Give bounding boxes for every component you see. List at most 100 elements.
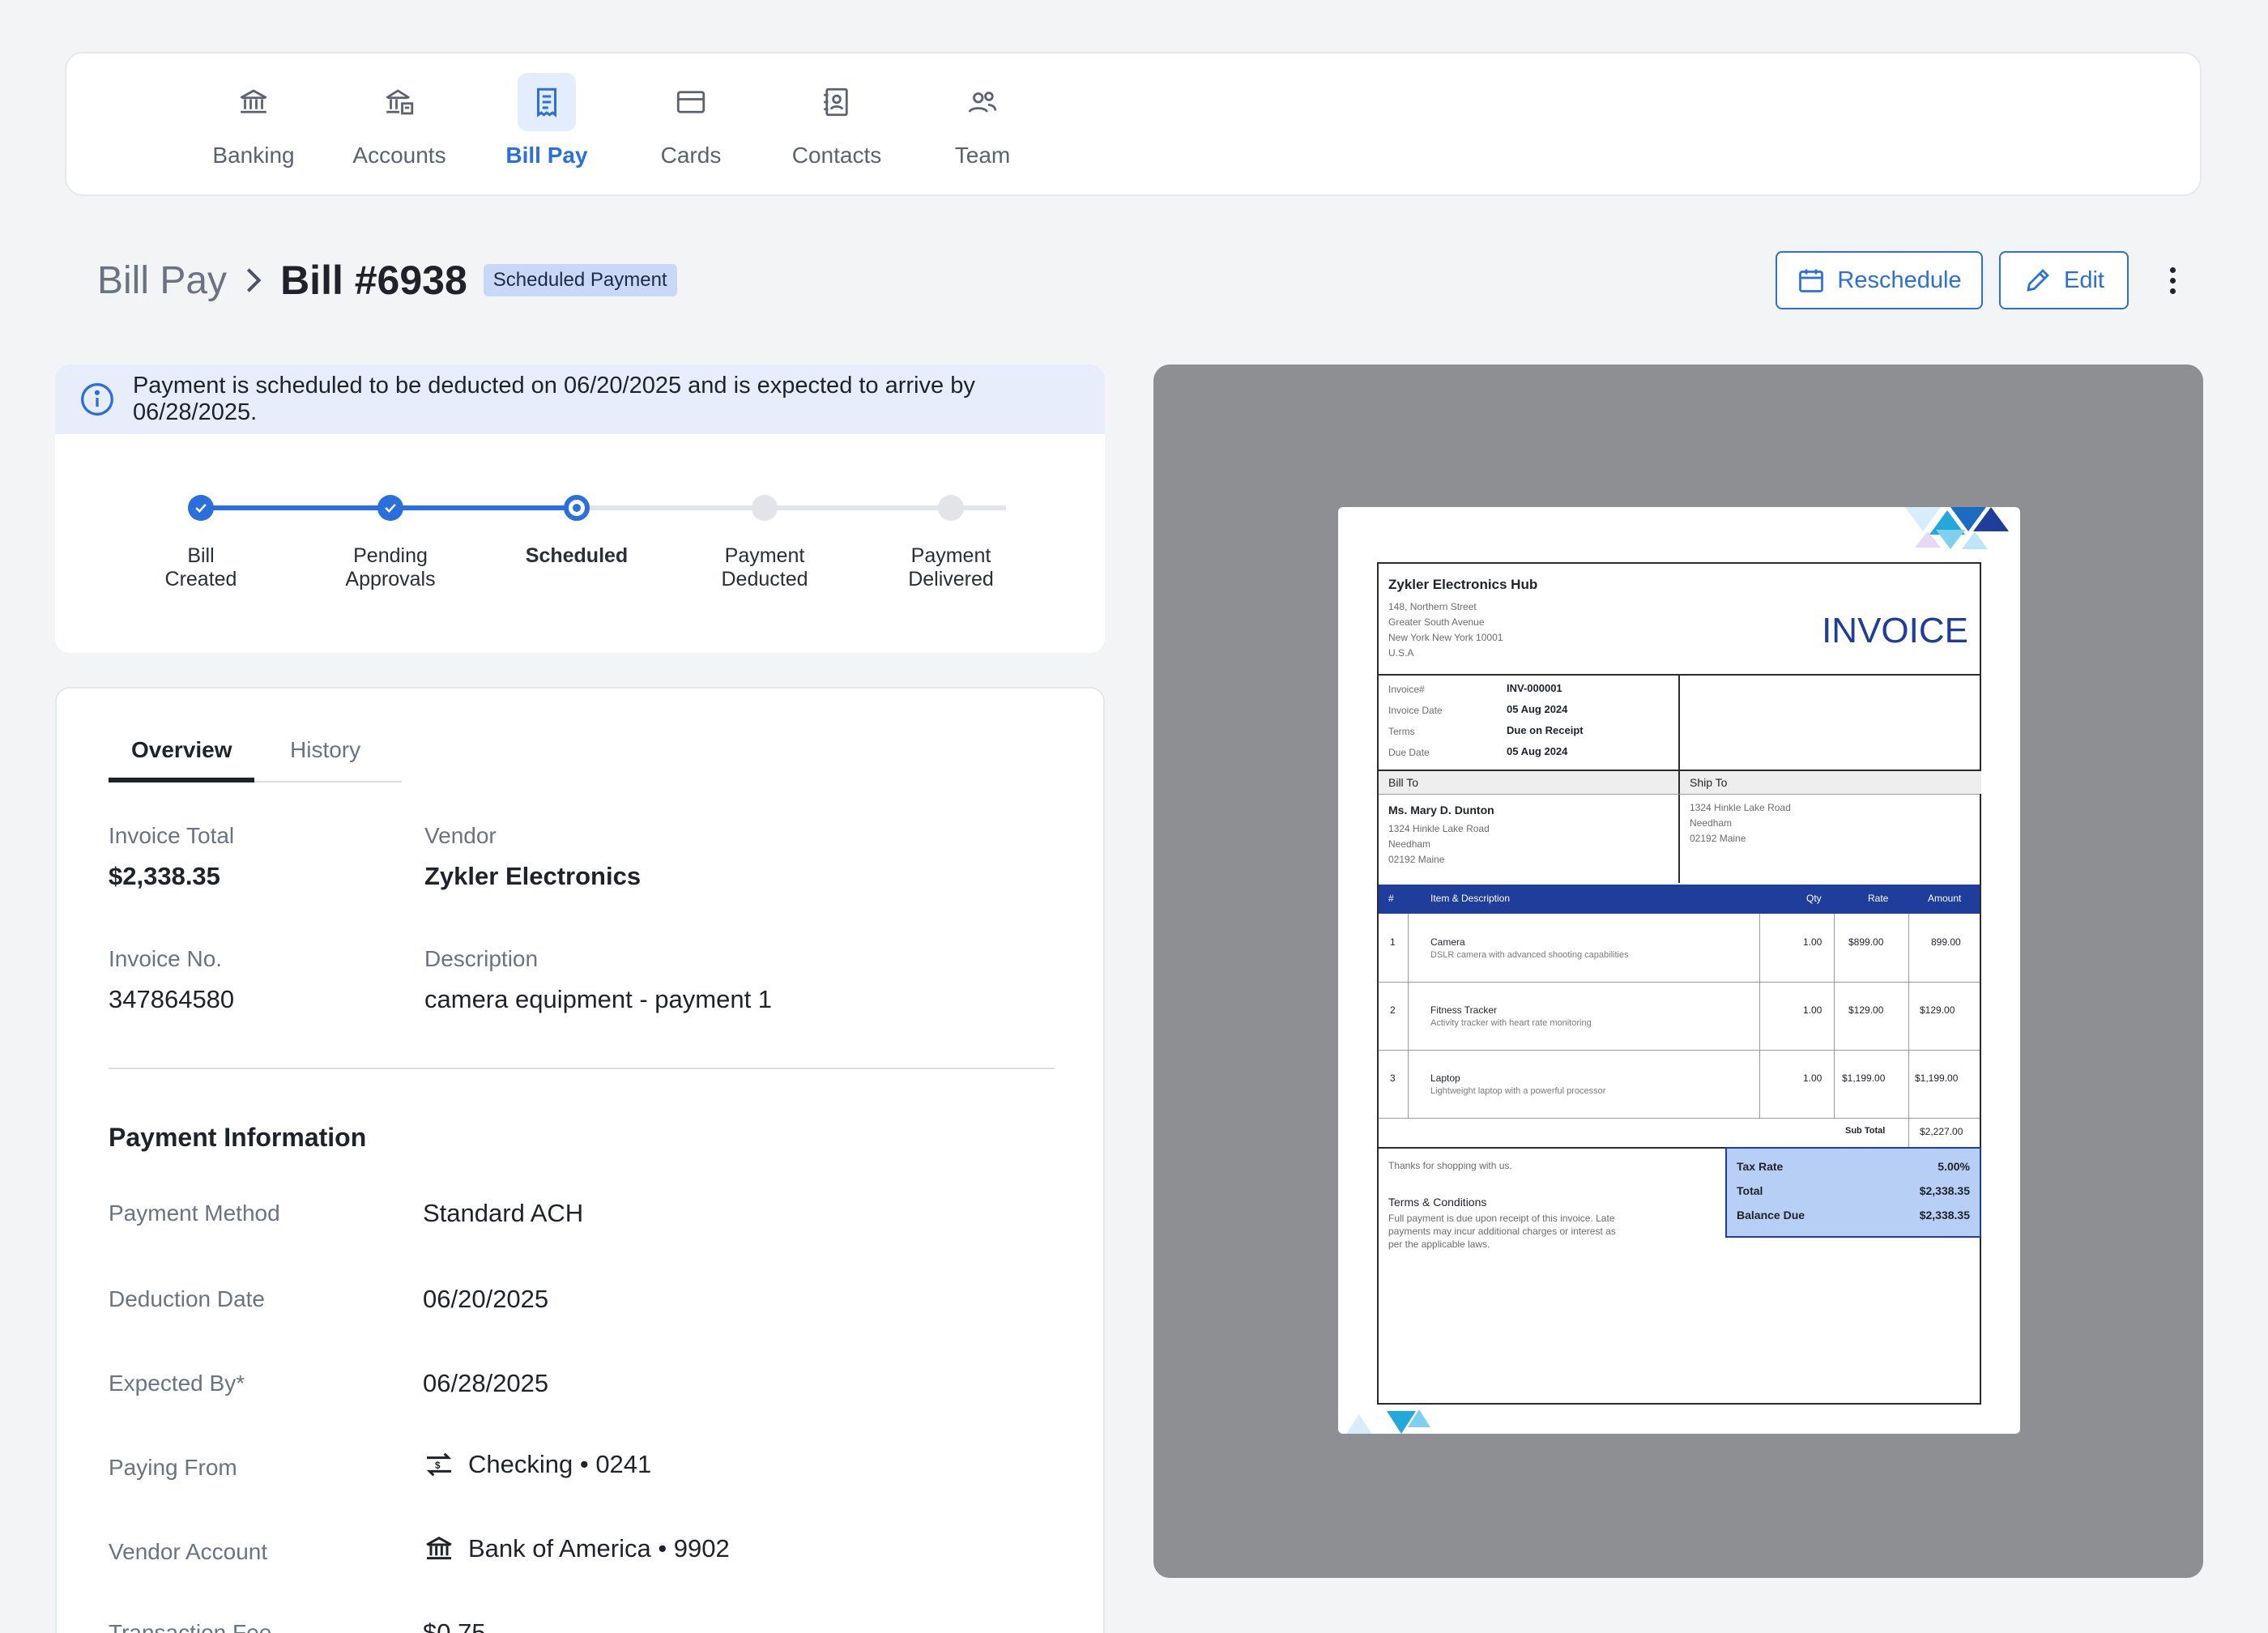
- step-payment-deducted-dot: [752, 495, 778, 521]
- accounts-icon: [370, 73, 428, 131]
- tab-overview[interactable]: Overview: [131, 737, 232, 763]
- nav-banking-label: Banking: [212, 143, 295, 168]
- payment-method-label: Payment Method: [109, 1200, 280, 1226]
- bill-to-header: Bill To: [1379, 771, 1678, 794]
- bill-to-name: Ms. Mary D. Dunton: [1388, 804, 1494, 816]
- total-value: $2,338.35: [1919, 1184, 1970, 1197]
- divider: [109, 1068, 1055, 1069]
- expected-by-value: 06/28/2025: [423, 1369, 549, 1397]
- check-icon: [195, 503, 207, 513]
- tax-rate-label: Tax Rate: [1737, 1160, 1784, 1173]
- divider: [1379, 1050, 1980, 1051]
- contacts-icon: [808, 73, 866, 131]
- nav-cards[interactable]: Cards: [622, 73, 760, 186]
- invoice-preview-panel: Zykler Electronics Hub 148, Northern Str…: [1153, 365, 2203, 1578]
- step-label: Payment Delivered: [908, 544, 994, 591]
- invoice-company: Zykler Electronics Hub: [1388, 577, 1538, 592]
- terms-title: Terms & Conditions: [1388, 1196, 1487, 1209]
- invoice-frame: Zykler Electronics Hub 148, Northern Str…: [1377, 562, 1981, 1405]
- total-label: Total: [1737, 1184, 1763, 1197]
- nav-team[interactable]: Team: [914, 73, 1051, 186]
- divider: [1834, 914, 1835, 1118]
- paying-from-label: Paying From: [109, 1455, 237, 1480]
- divider: [1379, 1118, 1980, 1119]
- step-bill-created-dot: [188, 495, 214, 521]
- active-tab-indicator: [109, 778, 254, 782]
- svg-text:$: $: [435, 1460, 441, 1471]
- step-pending-approvals-dot: [377, 495, 403, 521]
- payment-method-value: Standard ACH: [423, 1199, 584, 1227]
- bill-details-card: Overview History Invoice Total $2,338.35…: [55, 687, 1105, 1633]
- meta-value: Due on Receipt: [1507, 724, 1584, 736]
- meta-label: Terms: [1388, 726, 1415, 737]
- nav-accounts-label: Accounts: [352, 143, 446, 168]
- col-rate: Rate: [1868, 893, 1889, 904]
- bank-icon: [224, 73, 283, 131]
- step-label: Pending Approvals: [345, 544, 436, 591]
- ship-to-header: Ship To: [1680, 771, 1981, 794]
- meta-label: Invoice#: [1388, 684, 1425, 695]
- invoice-no-label: Invoice No.: [109, 946, 223, 971]
- step-payment-delivered-dot: [938, 495, 964, 521]
- nav-cards-label: Cards: [660, 143, 722, 168]
- divider: [1379, 982, 1980, 983]
- step-scheduled-dot: [564, 495, 590, 521]
- nav-bill-pay[interactable]: Bill Pay: [478, 73, 616, 186]
- invoice-total-label: Invoice Total: [109, 823, 235, 848]
- divider: [1759, 914, 1760, 1118]
- vendor-account-label: Vendor Account: [109, 1539, 268, 1564]
- vendor-label: Vendor: [424, 823, 497, 848]
- breadcrumb-root[interactable]: Bill Pay: [97, 258, 227, 303]
- receipt-icon: [518, 73, 576, 131]
- terms-text: Full payment is due upon receipt of this…: [1388, 1213, 1616, 1250]
- col-qty: Qty: [1806, 893, 1822, 904]
- col-num: #: [1388, 893, 1394, 904]
- edit-label: Edit: [2064, 266, 2104, 293]
- transaction-fee-label: Transaction Fee: [109, 1620, 272, 1633]
- description-label: Description: [424, 946, 539, 971]
- meta-label: Due Date: [1388, 747, 1430, 758]
- invoice-company-address: 148, Northern Street Greater South Avenue…: [1388, 601, 1503, 659]
- nav-accounts[interactable]: Accounts: [330, 73, 468, 186]
- team-icon: [953, 73, 1012, 131]
- nav-banking[interactable]: Banking: [185, 73, 322, 186]
- top-navigation: Banking Accounts Bill Pay Cards Contacts…: [65, 52, 2202, 196]
- deduction-date-value: 06/20/2025: [423, 1285, 549, 1313]
- ship-to-address: 1324 Hinkle Lake Road Needham 02192 Maine: [1690, 802, 1791, 844]
- breadcrumb: Bill Pay Bill #6938 Scheduled Payment: [97, 256, 677, 305]
- transaction-fee-value: $0.75: [423, 1618, 486, 1633]
- nav-contacts-label: Contacts: [791, 143, 882, 168]
- meta-value: 05 Aug 2024: [1507, 745, 1568, 757]
- invoice-no-value: 347864580: [109, 985, 235, 1013]
- invoice-title: INVOICE: [1822, 611, 1968, 650]
- tax-rate-value: 5.00%: [1938, 1160, 1970, 1173]
- invoice-document[interactable]: Zykler Electronics Hub 148, Northern Str…: [1338, 507, 2020, 1434]
- reschedule-button[interactable]: Reschedule: [1776, 251, 1983, 309]
- step-label: Payment Deducted: [721, 544, 808, 591]
- chevron-right-icon: [246, 268, 262, 292]
- divider: [1379, 794, 1980, 795]
- subtotal-label: Sub Total: [1845, 1126, 1886, 1136]
- col-item: Item & Description: [1430, 893, 1511, 904]
- payment-information-heading: Payment Information: [109, 1123, 367, 1152]
- nav-bill-pay-label: Bill Pay: [505, 143, 588, 168]
- card-icon: [662, 73, 720, 131]
- vendor-value: Zykler Electronics: [424, 862, 642, 890]
- deduction-date-label: Deduction Date: [109, 1286, 266, 1311]
- balance-due-label: Balance Due: [1737, 1209, 1805, 1222]
- transfer-icon: $: [426, 1452, 452, 1477]
- step-label: Scheduled: [525, 544, 629, 567]
- description-value: camera equipment - payment 1: [424, 985, 773, 1013]
- vendor-account-text: Bank of America • 9902: [468, 1534, 730, 1563]
- divider: [1408, 914, 1409, 1118]
- more-options-icon[interactable]: [2158, 258, 2187, 303]
- totals-box: Tax Rate 5.00% Total $2,338.35 Balance D…: [1725, 1147, 1981, 1238]
- nav-contacts[interactable]: Contacts: [768, 73, 906, 186]
- invoice-total-value: $2,338.35: [109, 862, 220, 890]
- meta-label: Invoice Date: [1388, 705, 1443, 716]
- tab-history[interactable]: History: [290, 737, 360, 763]
- divider: [1908, 914, 1909, 1147]
- edit-button[interactable]: Edit: [1999, 251, 2129, 309]
- bank-icon: [426, 1536, 452, 1560]
- paying-from-text: Checking • 0241: [468, 1450, 652, 1478]
